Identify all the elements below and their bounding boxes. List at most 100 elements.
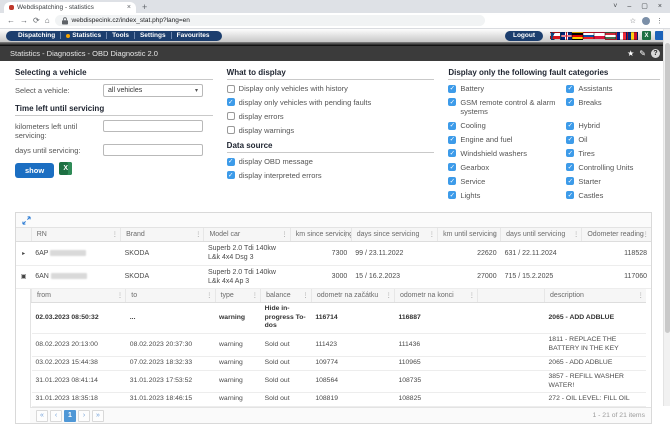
row-expand-icon[interactable]: ▣ bbox=[21, 274, 27, 280]
column-menu-icon[interactable]: ⋮ bbox=[643, 230, 650, 238]
reload-icon[interactable]: ⟳ bbox=[33, 13, 40, 29]
page-scrollbar[interactable] bbox=[663, 29, 670, 406]
column-header[interactable]: Model car ⋮ bbox=[204, 228, 290, 242]
column-header[interactable]: km since servicing ⋮ bbox=[290, 228, 351, 242]
checkbox[interactable]: ✓ bbox=[448, 85, 456, 93]
favourite-star-icon[interactable]: ★ bbox=[627, 49, 634, 59]
maximize-icon[interactable]: ▢ bbox=[641, 0, 648, 13]
forward-icon[interactable]: → bbox=[20, 13, 28, 29]
next-page-button[interactable]: › bbox=[78, 410, 90, 422]
chrome-menu-icon[interactable]: ⋮ bbox=[656, 17, 663, 25]
tab-search-icon[interactable]: ˅ bbox=[613, 0, 617, 13]
checkbox[interactable]: ✓ bbox=[227, 112, 235, 120]
language-flag[interactable] bbox=[561, 32, 572, 40]
column-menu-icon[interactable]: ⋮ bbox=[342, 230, 349, 238]
checkbox[interactable]: ✓ bbox=[566, 191, 574, 199]
subtable-column-header[interactable]: odometr na konci ⋮ bbox=[394, 289, 477, 303]
fault-row[interactable]: 08.02.2023 20:13:00 08.02.2023 20:37:30 … bbox=[32, 334, 647, 357]
prev-page-button[interactable]: ‹ bbox=[50, 410, 62, 422]
checkbox[interactable]: ✓ bbox=[448, 163, 456, 171]
checkbox[interactable]: ✓ bbox=[227, 158, 235, 166]
show-button[interactable]: show bbox=[15, 163, 54, 178]
row-expand-icon[interactable]: ▸ bbox=[22, 251, 25, 257]
excel-export-icon[interactable]: X bbox=[642, 31, 651, 40]
scrollbar-thumb[interactable] bbox=[665, 43, 670, 333]
column-menu-icon[interactable]: ⋮ bbox=[638, 291, 645, 299]
fault-row[interactable]: 02.03.2023 08:50:32 ... warning Hide in-… bbox=[32, 302, 647, 333]
checkbox[interactable]: ✓ bbox=[448, 136, 456, 144]
checkbox[interactable]: ✓ bbox=[227, 85, 235, 93]
menu-item[interactable]: Tools bbox=[106, 32, 134, 39]
checkbox[interactable]: ✓ bbox=[566, 85, 574, 93]
language-flag[interactable] bbox=[627, 32, 638, 40]
subtable-column-header[interactable]: to ⋮ bbox=[126, 289, 215, 303]
subtable-column-header[interactable]: balance ⋮ bbox=[261, 289, 312, 303]
column-menu-icon[interactable]: ⋮ bbox=[429, 230, 436, 238]
subtable-column-header[interactable]: ⋮ bbox=[478, 289, 545, 303]
column-header[interactable]: RN ⋮ bbox=[31, 228, 120, 242]
days-left-input[interactable] bbox=[103, 144, 203, 156]
subtable-column-header[interactable]: description ⋮ bbox=[545, 289, 646, 303]
fault-row[interactable]: 03.02.2023 15:44:38 07.02.2023 18:32:33 … bbox=[32, 356, 647, 370]
checkbox[interactable]: ✓ bbox=[448, 122, 456, 130]
column-menu-icon[interactable]: ⋮ bbox=[492, 230, 499, 238]
column-menu-icon[interactable]: ⋮ bbox=[117, 291, 124, 299]
column-header[interactable]: Odometer reading ⋮ bbox=[582, 228, 651, 242]
tab-close-icon[interactable]: × bbox=[127, 4, 131, 11]
fault-row[interactable]: 31.01.2023 18:35:18 31.01.2023 18:46:15 … bbox=[32, 393, 647, 407]
column-menu-icon[interactable]: ⋮ bbox=[195, 230, 202, 238]
last-page-button[interactable]: » bbox=[92, 410, 104, 422]
language-flag[interactable] bbox=[550, 32, 561, 40]
checkbox[interactable]: ✓ bbox=[227, 126, 235, 134]
language-flag[interactable] bbox=[616, 32, 627, 40]
column-header[interactable]: km until servicing ⋮ bbox=[438, 228, 501, 242]
column-header[interactable]: days since servicing ⋮ bbox=[351, 228, 437, 242]
checkbox[interactable]: ✓ bbox=[227, 98, 235, 106]
column-menu-icon[interactable]: ⋮ bbox=[252, 291, 259, 299]
back-icon[interactable]: ← bbox=[7, 13, 15, 29]
checkbox[interactable]: ✓ bbox=[448, 98, 456, 106]
column-menu-icon[interactable]: ⋮ bbox=[206, 291, 213, 299]
checkbox[interactable]: ✓ bbox=[566, 122, 574, 130]
vehicle-row[interactable]: ▣ 6AN SKODA Superb 2.0 Tdi 140kw L&k 4x4… bbox=[16, 265, 651, 288]
column-menu-icon[interactable]: ⋮ bbox=[385, 291, 392, 299]
language-flag[interactable] bbox=[605, 32, 616, 40]
bookmark-star-icon[interactable]: ☆ bbox=[630, 17, 636, 25]
checkbox[interactable]: ✓ bbox=[227, 171, 235, 179]
subtable-column-header[interactable]: from ⋮ bbox=[32, 289, 126, 303]
checkbox[interactable]: ✓ bbox=[566, 136, 574, 144]
checkbox[interactable]: ✓ bbox=[448, 191, 456, 199]
expand-grid-icon[interactable] bbox=[22, 216, 31, 225]
page-1-button[interactable]: 1 bbox=[64, 410, 76, 422]
minimize-icon[interactable]: – bbox=[627, 0, 631, 13]
vehicle-row[interactable]: ▸ 6AP SKODA Superb 2.0 Tdi 140kw L&k 4x4… bbox=[16, 242, 651, 265]
browser-tab[interactable]: Webdispatching - statistics × bbox=[4, 2, 136, 13]
column-menu-icon[interactable]: ⋮ bbox=[573, 230, 580, 238]
language-flag[interactable] bbox=[594, 32, 605, 40]
language-flag[interactable] bbox=[583, 32, 594, 40]
column-menu-icon[interactable]: ⋮ bbox=[112, 230, 119, 238]
first-page-button[interactable]: « bbox=[36, 410, 48, 422]
checkbox[interactable]: ✓ bbox=[448, 149, 456, 157]
column-menu-icon[interactable]: ⋮ bbox=[302, 291, 309, 299]
menu-item[interactable]: Statistics bbox=[60, 32, 106, 39]
column-menu-icon[interactable]: ⋮ bbox=[281, 230, 288, 238]
pin-icon[interactable]: ✎ bbox=[639, 49, 646, 59]
menu-item[interactable]: Settings bbox=[134, 32, 171, 39]
column-menu-icon[interactable]: ⋮ bbox=[469, 291, 476, 299]
km-left-input[interactable] bbox=[103, 120, 203, 132]
help-icon[interactable]: ? bbox=[651, 49, 660, 58]
language-flag[interactable] bbox=[572, 32, 583, 40]
new-tab-button[interactable]: + bbox=[142, 2, 147, 13]
column-header[interactable]: days until servicing ⋮ bbox=[501, 228, 582, 242]
menu-item[interactable]: Dispatching bbox=[13, 32, 60, 39]
column-header[interactable]: Brand ⋮ bbox=[121, 228, 204, 242]
url-input[interactable]: webdispecink.cz/index_stat.php?lang=en bbox=[55, 15, 485, 26]
subtable-column-header[interactable]: odometr na začátku ⋮ bbox=[311, 289, 394, 303]
checkbox[interactable]: ✓ bbox=[566, 98, 574, 106]
home-icon[interactable]: ⌂ bbox=[45, 13, 50, 29]
profile-avatar[interactable] bbox=[642, 17, 650, 25]
vehicle-select[interactable]: all vehicles ▾ bbox=[103, 84, 203, 97]
window-close-icon[interactable]: × bbox=[658, 0, 662, 13]
logout-button[interactable]: Logout bbox=[505, 31, 543, 41]
